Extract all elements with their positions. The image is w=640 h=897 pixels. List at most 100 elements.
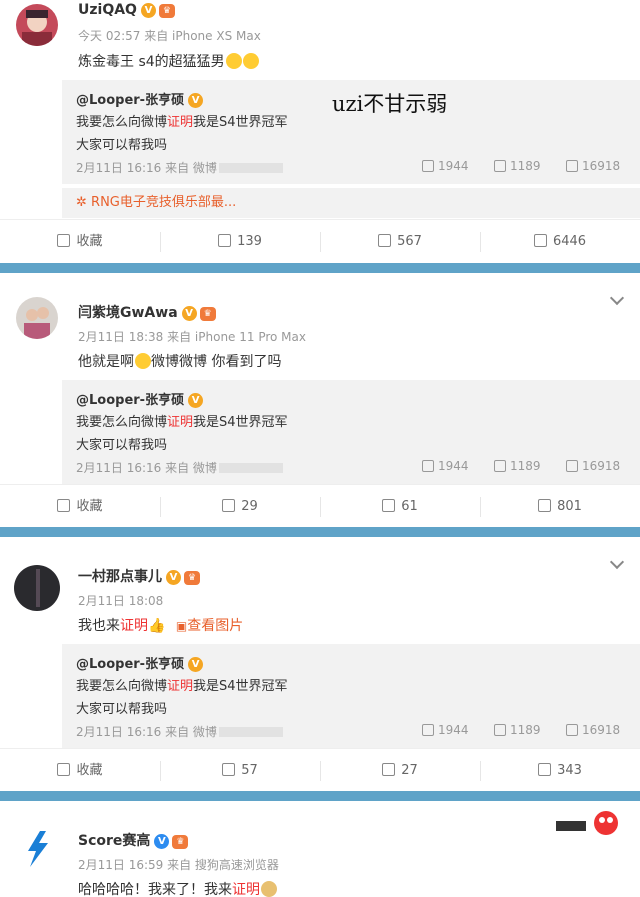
comment-label: 61: [401, 499, 418, 514]
post-card: Score赛高 V ♛ 2月11日 16:59 来自 搜狗高速浏览器 哈哈哈哈！我来…: [0, 801, 640, 897]
repost-card[interactable]: @Looper-张亨硕 V 我要怎么向微博证明我是S4世界冠军 大家可以帮我吗 2…: [62, 380, 640, 484]
like-label: 6446: [552, 234, 587, 249]
share-button[interactable]: 57: [160, 749, 320, 793]
comment-label: 27: [401, 763, 418, 778]
repost-meta-text: 2月11日 16:16 来自 微博: [76, 161, 217, 175]
post-text: 我也来证明👍 ▣查看图片: [78, 615, 243, 635]
avatar[interactable]: [16, 827, 58, 869]
repost-user-name[interactable]: @Looper-张亨硕: [76, 93, 184, 108]
repost-text: 我是S4世界冠军: [193, 679, 288, 694]
username[interactable]: Score赛高 V ♛: [78, 830, 189, 850]
username[interactable]: 闫紫境GwAwa V ♛: [78, 302, 216, 322]
blurred-source: [218, 163, 283, 173]
repost-line-1: 我要怎么向微博证明我是S4世界冠军: [76, 675, 288, 694]
post-text-body: 他就是啊: [78, 354, 134, 370]
verified-icon: V: [188, 657, 204, 672]
username-text[interactable]: 一村那点事儿: [78, 569, 162, 585]
repost-card[interactable]: @Looper-张亨硕 V 我要怎么向微博证明我是S4世界冠军 大家可以帮我吗 2…: [62, 644, 640, 748]
repost-text: 我是S4世界冠军: [193, 115, 288, 130]
post-separator: [0, 527, 640, 537]
verified-icon: V: [140, 3, 156, 18]
verified-icon: V: [166, 570, 181, 585]
chevron-down-icon[interactable]: [609, 554, 625, 570]
repost-like-count[interactable]: 16918: [566, 723, 620, 737]
post-card: UziQAQ V ♛ 今天 02:57 来自 iPhone XS Max 炼金毒王 …: [0, 0, 640, 262]
avatar[interactable]: [14, 565, 60, 611]
share-icon: [218, 234, 232, 247]
username[interactable]: 一村那点事儿 V ♛: [78, 566, 200, 586]
highlight-text: 证明: [167, 415, 194, 430]
repost-meta-text: 2月11日 16:16 来自 微博: [76, 461, 217, 475]
comment-icon: [494, 724, 506, 736]
favorite-label: 收藏: [76, 763, 103, 778]
share-label: 29: [241, 499, 258, 514]
post-text-body: 微博微博 你看到了吗: [151, 354, 282, 370]
repost-line-2: 大家可以帮我吗: [76, 702, 168, 717]
chevron-down-icon[interactable]: [609, 290, 625, 306]
share-button[interactable]: 139: [160, 220, 320, 264]
source-link[interactable]: ✲ RNG电子竞技俱乐部最...: [62, 188, 640, 218]
repost-comment-count[interactable]: 1189: [494, 459, 541, 473]
repost-user-name[interactable]: @Looper-张亨硕: [76, 393, 184, 408]
username-text[interactable]: UziQAQ: [78, 2, 137, 18]
highlight-text: 证明: [167, 679, 194, 694]
view-image-link[interactable]: 查看图片: [187, 618, 243, 634]
member-icon: ♛: [184, 571, 200, 585]
repost-share-count[interactable]: 1944: [422, 459, 469, 473]
avatar[interactable]: [16, 4, 58, 46]
repost-text: 我要怎么向微博: [76, 679, 168, 694]
share-button[interactable]: 29: [160, 485, 320, 529]
repost-user-name[interactable]: @Looper-张亨硕: [76, 657, 184, 672]
like-button[interactable]: 801: [480, 485, 640, 529]
comment-icon: [494, 160, 506, 172]
like-icon: [538, 499, 552, 512]
post-text: 哈哈哈哈！我来了！我来证明: [78, 879, 277, 897]
blurred-source: [218, 727, 283, 737]
star-icon: [57, 763, 71, 776]
share-icon: [422, 460, 434, 472]
comment-button[interactable]: 61: [320, 485, 480, 529]
username-text[interactable]: Score赛高: [78, 833, 150, 849]
favorite-button[interactable]: 收藏: [0, 749, 160, 793]
overlay-caption: uzi不甘示弱: [332, 92, 448, 116]
verified-icon: V: [181, 306, 197, 321]
comment-icon: [494, 460, 506, 472]
post-separator: [0, 263, 640, 273]
repost-comment-count[interactable]: 1189: [494, 723, 541, 737]
repost-user[interactable]: @Looper-张亨硕 V: [76, 653, 204, 672]
source-link-text[interactable]: RNG电子竞技俱乐部最...: [91, 195, 236, 210]
member-icon: ♛: [172, 835, 189, 849]
like-icon: [538, 763, 552, 776]
favorite-button[interactable]: 收藏: [0, 220, 160, 264]
repost-like-count[interactable]: 16918: [566, 159, 620, 173]
repost-like-count[interactable]: 16918: [566, 459, 620, 473]
like-label: 343: [557, 763, 582, 778]
repost-share-count[interactable]: 1944: [422, 159, 469, 173]
comment-button[interactable]: 567: [320, 220, 480, 264]
repost-line-2: 大家可以帮我吗: [76, 438, 168, 453]
share-label: 139: [237, 234, 262, 249]
favorite-button[interactable]: 收藏: [0, 485, 160, 529]
repost-line-1: 我要怎么向微博证明我是S4世界冠军: [76, 411, 288, 430]
share-count: 1944: [438, 159, 469, 173]
post-text-body: 炼金毒王 s4的超猛猛男: [78, 54, 225, 70]
username[interactable]: UziQAQ V ♛: [78, 2, 175, 18]
repost-share-count[interactable]: 1944: [422, 723, 469, 737]
comment-button[interactable]: 27: [320, 749, 480, 793]
post-card: 闫紫境GwAwa V ♛ 2月11日 18:38 来自 iPhone 11 Pro …: [0, 273, 640, 525]
star-icon: [57, 499, 71, 512]
repost-user[interactable]: @Looper-张亨硕 V: [76, 389, 204, 408]
favorite-label: 收藏: [76, 499, 103, 514]
username-text[interactable]: 闫紫境GwAwa: [78, 305, 178, 321]
share-icon: [422, 160, 434, 172]
action-bar: 收藏 57 27 343: [0, 748, 640, 792]
avatar[interactable]: [16, 297, 58, 339]
like-icon: [566, 724, 578, 736]
like-icon: [566, 160, 578, 172]
repost-user[interactable]: @Looper-张亨硕 V: [76, 89, 204, 108]
repost-text: 我要怎么向微博: [76, 415, 168, 430]
like-button[interactable]: 6446: [480, 220, 640, 264]
like-button[interactable]: 343: [480, 749, 640, 793]
repost-comment-count[interactable]: 1189: [494, 159, 541, 173]
post-meta: 2月11日 18:38 来自 iPhone 11 Pro Max: [78, 330, 306, 344]
